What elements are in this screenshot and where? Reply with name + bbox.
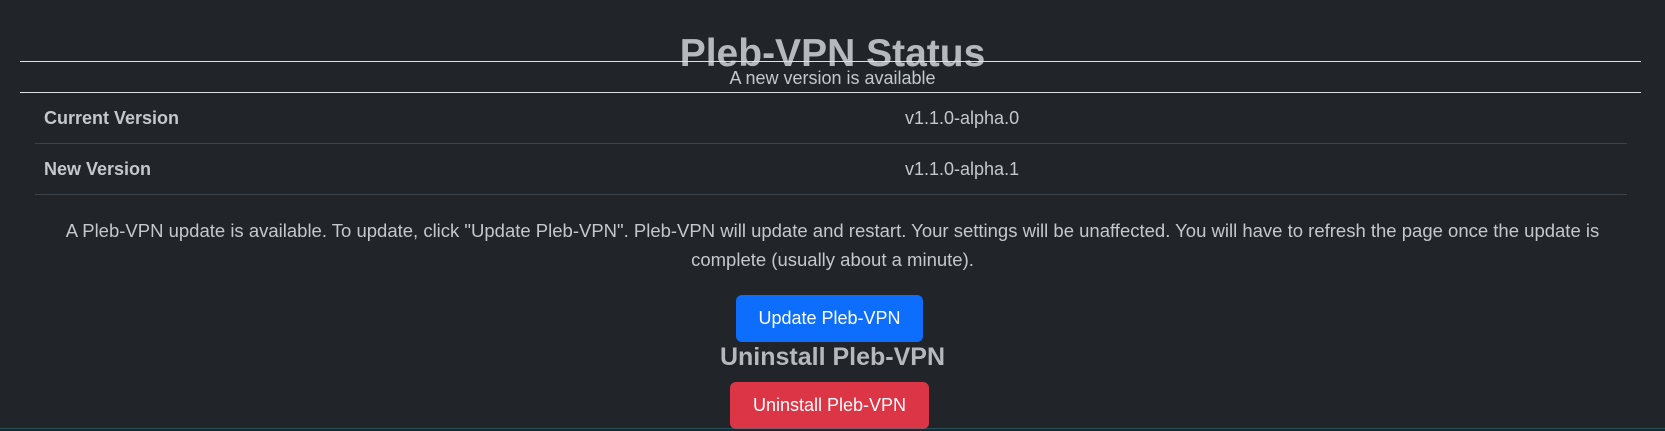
update-info-text: A Pleb-VPN update is available. To updat… bbox=[65, 220, 1600, 270]
uninstall-button[interactable]: Uninstall Pleb-VPN bbox=[730, 382, 929, 429]
table-row-current-version: Current Version v1.1.0-alpha.0 bbox=[35, 93, 1627, 144]
new-version-label: New Version bbox=[35, 143, 905, 195]
table-row-new-version: New Version v1.1.0-alpha.1 bbox=[35, 143, 1627, 195]
uninstall-heading: Uninstall Pleb-VPN bbox=[719, 343, 946, 371]
bottom-divider bbox=[0, 428, 1665, 429]
current-version-label: Current Version bbox=[35, 93, 905, 144]
update-button[interactable]: Update Pleb-VPN bbox=[736, 295, 923, 342]
new-version-notice: A new version is available bbox=[729, 68, 936, 88]
new-version-value: v1.1.0-alpha.1 bbox=[905, 143, 1627, 195]
current-version-value: v1.1.0-alpha.0 bbox=[905, 93, 1627, 144]
divider-top bbox=[20, 61, 1641, 62]
version-table: Current Version v1.1.0-alpha.0 New Versi… bbox=[35, 93, 1627, 195]
